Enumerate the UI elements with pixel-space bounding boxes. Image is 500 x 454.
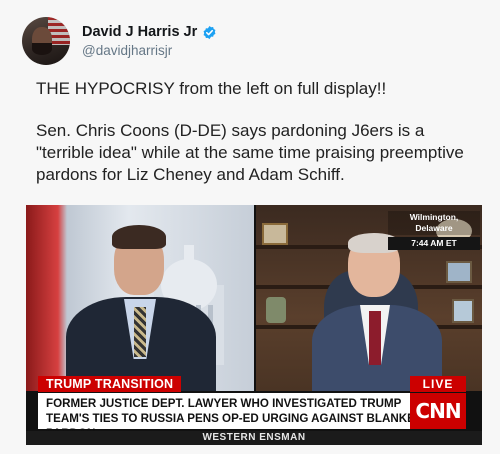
headline-banner: FORMER JUSTICE DEPT. LAWYER WHO INVESTIG…: [38, 393, 438, 440]
author-name[interactable]: David J Harris Jr: [82, 24, 197, 40]
location-label: Wilmington, Delaware: [388, 211, 480, 235]
tweet-text: THE HYPOCRISY from the left on full disp…: [36, 78, 486, 186]
live-badge: LIVE: [410, 376, 466, 392]
avatar[interactable]: [22, 17, 70, 65]
video-thumbnail[interactable]: Wilmington, Delaware 7:44 AM ET TRUMP TR…: [26, 205, 482, 445]
tweet-paragraph-2: Sen. Chris Coons (D-DE) says pardoning J…: [36, 121, 464, 184]
network-logo-text: CNN: [415, 399, 461, 423]
anchor-tie: [134, 307, 146, 357]
tweet-paragraph-1: THE HYPOCRISY from the left on full disp…: [36, 79, 387, 98]
news-ticker: WESTERN ENSMAN: [26, 431, 482, 445]
picture-frame: [452, 299, 474, 323]
guest-tie: [369, 311, 381, 365]
time-label: 7:44 AM ET: [388, 237, 480, 250]
name-row: David J Harris Jr: [82, 24, 217, 40]
anchor-hair: [112, 225, 166, 249]
cnn-logo: CNN: [410, 393, 466, 429]
picture-frame: [446, 261, 472, 283]
section-banner: TRUMP TRANSITION: [38, 376, 182, 392]
verified-badge-icon: [203, 25, 216, 39]
author-block: David J Harris Jr @davidjharrisjr: [82, 24, 217, 58]
tweet-header: David J Harris Jr @davidjharrisjr: [22, 16, 217, 66]
picture-frame: [262, 223, 288, 245]
vase: [266, 297, 286, 323]
author-handle[interactable]: @davidjharrisjr: [82, 43, 217, 58]
guest-panel: Wilmington, Delaware 7:44 AM ET: [256, 205, 482, 391]
location-time-bug: Wilmington, Delaware 7:44 AM ET: [388, 211, 480, 250]
tweet-card: David J Harris Jr @davidjharrisjr THE HY…: [0, 0, 500, 454]
avatar-beard: [32, 43, 52, 55]
anchor-panel: [26, 205, 254, 391]
